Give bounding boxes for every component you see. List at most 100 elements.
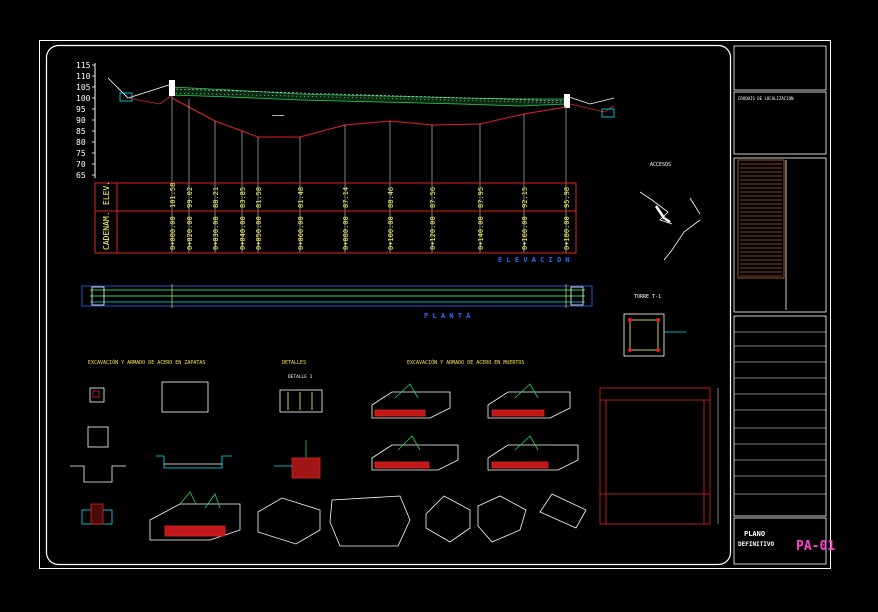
right-anchor-block [601, 108, 615, 118]
plano-label: PLANO [744, 530, 765, 538]
muerto-1 [371, 383, 451, 419]
station-lines [171, 96, 567, 253]
excavation-box-3 [425, 495, 471, 543]
table-elevation-value: 92.15 [521, 187, 529, 208]
table-elevation-value: 87.95 [477, 187, 485, 208]
accesos-title: ACCESOS [650, 162, 671, 168]
elevacion-title: E L E V A C I O N [498, 256, 570, 264]
torre-title: TORRE T-1 [634, 294, 661, 300]
zapata-3d-base [164, 525, 226, 537]
table-elevation-value: 99.02 [186, 187, 194, 208]
table-chainage-value: 0+000.00 [169, 216, 177, 250]
zapata-3d-rebar-1 [179, 491, 197, 505]
table-chainage-value: 0+050.00 [255, 216, 263, 250]
zapata-section [70, 465, 126, 483]
zapata-plan-large [161, 381, 209, 413]
portal-frame [599, 387, 711, 525]
detalle-1-label: DETALLE 1 [288, 374, 313, 380]
axis-tick-label: 115 [76, 61, 91, 70]
title-block-hatch [737, 159, 785, 279]
excavation-box-5 [539, 493, 587, 529]
zapata-detail-bar [92, 390, 100, 398]
axis-tick-label: 75 [76, 149, 86, 158]
zapata-pedestal [90, 503, 104, 525]
zapata-3d-rebar-2 [204, 493, 221, 509]
left-tower [169, 80, 175, 96]
profile-table: ELEV. CADENAM. 101.58 0+000.00 99.02 0+020.… [94, 181, 577, 254]
title-block-rows [734, 331, 826, 495]
torre-rebar-3 [628, 348, 632, 352]
table-chainage-value: 0+030.00 [212, 216, 220, 250]
torre-t1: TORRE T-1 [599, 294, 719, 525]
sheet-code: PA-01 [796, 539, 835, 554]
axis-tick-label: 85 [76, 127, 86, 136]
axis-tick-label: 70 [76, 160, 86, 169]
title-block: CROQUIS DE LOCALIZACION PLANO DEFINITIVO… [733, 45, 835, 565]
table-elevation-value: 101.58 [169, 183, 177, 208]
title-block-notes-cell [733, 157, 827, 313]
table-chainage-value: 0+140.00 [477, 216, 485, 250]
left-anchor-cable-red [127, 94, 173, 105]
table-elevation-value: 83.85 [239, 187, 247, 208]
access-road-north [689, 197, 701, 215]
section-detalles-title: DETALLES [282, 360, 306, 366]
table-elevation-value: 81.58 [255, 187, 263, 208]
section-muertos-title: EXCAVACIÓN Y ARMADO DE ACERO EN MUERTOS [407, 359, 524, 366]
table-elevation-value: 88.21 [212, 187, 220, 208]
elevation-axis: 115 110 105 100 95 90 85 80 75 70 65 [76, 61, 95, 180]
table-elevation-value: 87.56 [429, 187, 437, 208]
outer-frame [39, 40, 831, 569]
row-label-elev: ELEV. [102, 181, 111, 205]
right-anchor-cable [565, 95, 615, 105]
table-chainage-value: 0+180.00 [563, 216, 571, 250]
torre-rebar-4 [656, 348, 660, 352]
detalle-1-box [279, 389, 323, 413]
zapata-excavation [156, 455, 232, 469]
profile-table-values: 101.58 0+000.00 99.02 0+020.00 88.21 0+030.00… [169, 183, 571, 250]
muerto-3 [371, 435, 459, 471]
torre-rebar-1 [628, 318, 632, 322]
zapata-plan [87, 426, 109, 448]
excavation-box-1 [257, 497, 321, 545]
detalles-block: DETALLE 1 [274, 374, 323, 479]
table-chainage-value: 0+100.00 [387, 216, 395, 250]
axis-tick-label: 100 [76, 94, 91, 103]
plan-view: P L A N T A [81, 284, 593, 320]
terrain-note: ━━━━━ [271, 113, 285, 118]
cable-band [171, 86, 567, 107]
inner-frame [45, 44, 732, 566]
torre-rebar-2 [656, 318, 660, 322]
detalle-2-block [291, 457, 321, 479]
cad-drawing-sheet: 115 110 105 100 95 90 85 80 75 70 65 ━━━━━ ELEV. C… [39, 40, 835, 569]
title-block-project-line: CROQUIS DE LOCALIZACION [738, 96, 794, 101]
left-anchor-cable [107, 77, 173, 99]
plano-desc: DEFINITIVO [738, 541, 775, 548]
right-tower [564, 94, 570, 108]
table-elevation-value: 87.14 [342, 187, 350, 208]
table-chainage-value: 0+080.00 [342, 216, 350, 250]
table-chainage-value: 0+160.00 [521, 216, 529, 250]
table-elevation-value: 88.46 [387, 187, 395, 208]
accesos-map: ACCESOS [639, 162, 701, 261]
elevation-profile: 115 110 105 100 95 90 85 80 75 70 65 ━━━━━ ELEV. C… [76, 61, 615, 264]
excavation-box-4 [477, 495, 527, 543]
axis-tick-label: 65 [76, 171, 86, 180]
axis-tick-label: 110 [76, 72, 91, 81]
muerto-2 [487, 383, 571, 419]
planta-title: P L A N T A [424, 312, 471, 320]
table-chainage-value: 0+060.00 [297, 216, 305, 250]
access-road-south [663, 219, 701, 261]
zapata-detail-square [89, 387, 105, 403]
axis-tick-label: 90 [76, 116, 86, 125]
axis-tick-label: 80 [76, 138, 86, 147]
axis-tick-label: 95 [76, 105, 86, 114]
muerto-4 [487, 435, 579, 471]
title-block-logo-cell [733, 45, 827, 91]
excavation-box-2 [329, 495, 411, 547]
axis-tick-label: 105 [76, 83, 91, 92]
torre-section-inner [629, 319, 659, 351]
table-chainage-value: 0+120.00 [429, 216, 437, 250]
profile-table-border [94, 182, 577, 254]
title-block-project-cell [733, 91, 827, 155]
table-chainage-value: 0+020.00 [186, 216, 194, 250]
